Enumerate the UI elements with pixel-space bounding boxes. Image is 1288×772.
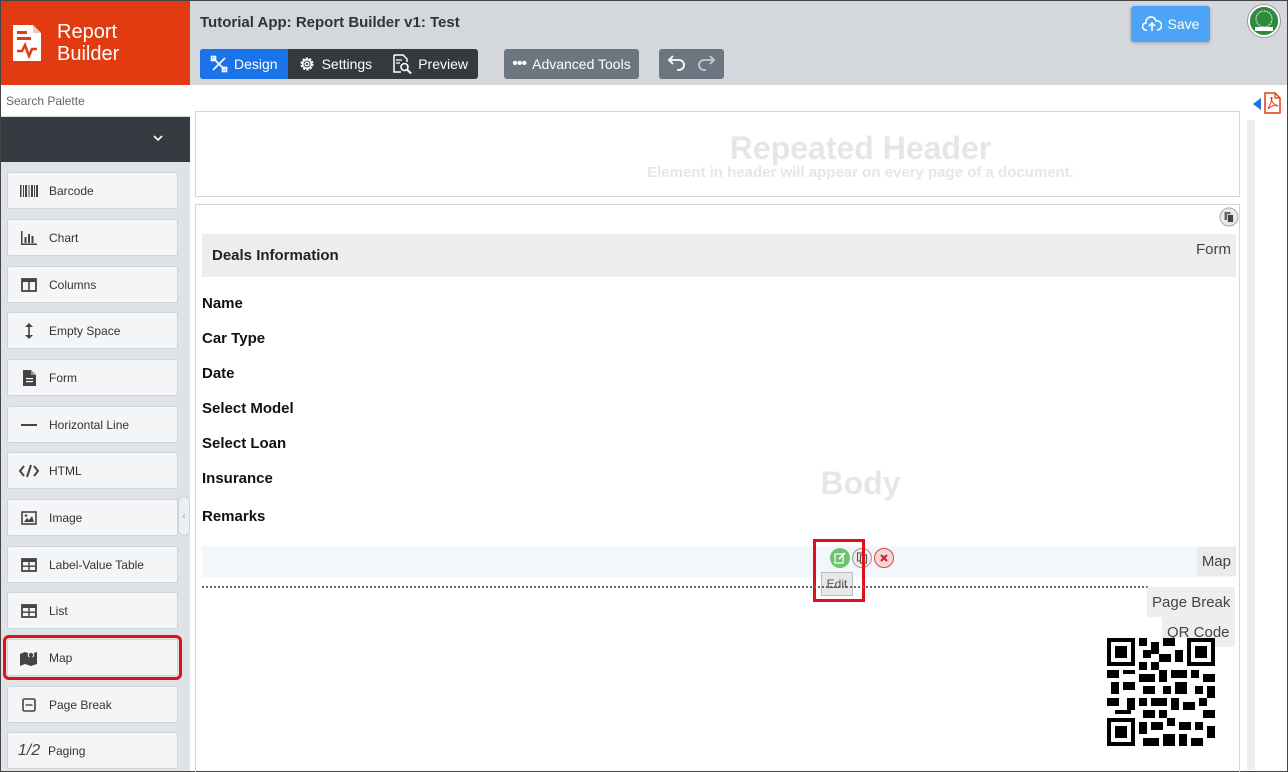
palette-item-barcode[interactable]: Barcode xyxy=(7,172,178,209)
tab-settings[interactable]: Settings xyxy=(288,49,383,79)
canvas-scrollbar[interactable] xyxy=(1247,120,1255,770)
advanced-tools-button[interactable]: ••• Advanced Tools xyxy=(504,49,639,79)
tab-label: Settings xyxy=(321,56,373,72)
avatar[interactable] xyxy=(1248,5,1280,37)
palette-category-select[interactable] xyxy=(1,117,190,162)
brand-line-1: Report xyxy=(57,21,118,43)
tab-label: Preview xyxy=(418,56,468,72)
save-label: Save xyxy=(1167,16,1200,32)
form-title: Deals Information xyxy=(212,247,339,264)
report-canvas: Repeated Header Element in header will a… xyxy=(190,85,1247,772)
undo-icon[interactable] xyxy=(667,53,687,76)
palette-item-label: HTML xyxy=(49,463,82,478)
form-field-label: Remarks xyxy=(202,508,266,525)
advanced-tools-label: Advanced Tools xyxy=(532,56,631,72)
app-brand: Report Builder xyxy=(1,1,190,85)
palette-item-form[interactable]: Form xyxy=(7,359,178,396)
page-break-icon xyxy=(19,696,39,714)
chart-icon xyxy=(19,229,39,247)
palette-item-list[interactable]: List xyxy=(7,592,178,629)
palette-item-map[interactable]: Map xyxy=(3,635,182,680)
gear-icon xyxy=(300,57,314,71)
palette-item-chart[interactable]: Chart xyxy=(7,219,178,256)
top-toolbar: Tutorial App: Report Builder v1: Test De… xyxy=(190,1,1287,85)
search-palette-input[interactable] xyxy=(1,85,190,116)
cloud-upload-icon xyxy=(1141,16,1162,31)
map-type-tag: Map xyxy=(1196,547,1236,576)
header-hint: Element in header will appear on every p… xyxy=(647,164,1074,181)
palette-item-label: Page Break xyxy=(49,697,112,712)
palette-item-empty-space[interactable]: Empty Space xyxy=(7,312,178,349)
body-watermark: Body xyxy=(820,465,901,501)
columns-icon xyxy=(19,276,39,294)
palette-item-paging[interactable]: 1/2 Paging xyxy=(7,732,178,769)
highlight-box xyxy=(813,539,865,602)
form-type-tag: Form xyxy=(1196,241,1231,258)
right-side-tools xyxy=(1250,92,1286,116)
page-break-line[interactable] xyxy=(202,586,1148,588)
palette-item-image[interactable]: Image xyxy=(7,499,178,536)
app-title: Tutorial App: Report Builder v1: Test xyxy=(200,14,460,31)
preview-icon xyxy=(393,54,412,74)
palette-item-label: Map xyxy=(49,650,73,665)
more-dots-icon: ••• xyxy=(512,55,527,72)
palette-item-label: List xyxy=(49,603,68,618)
repeated-header-zone[interactable]: Repeated Header Element in header will a… xyxy=(195,111,1240,197)
barcode-icon xyxy=(19,182,39,200)
mode-tabs: Design Settings Preview xyxy=(200,49,478,79)
palette-item-html[interactable]: HTML xyxy=(7,452,178,489)
form-field-label: Date xyxy=(202,365,235,382)
sidebar-collapse-handle[interactable]: ‹ xyxy=(178,496,190,536)
tab-preview[interactable]: Preview xyxy=(382,49,478,79)
page-break-tag: Page Break xyxy=(1147,587,1236,617)
delete-icon[interactable] xyxy=(874,548,894,568)
minus-icon xyxy=(19,416,39,434)
form-section-header[interactable]: Deals Information Form xyxy=(202,234,1236,277)
form-field-label: Select Model xyxy=(202,400,294,417)
palette-search xyxy=(1,85,190,117)
table-icon xyxy=(19,556,39,574)
list-table-icon xyxy=(19,602,39,620)
design-icon xyxy=(210,55,228,73)
palette-item-label: Form xyxy=(49,370,77,385)
brand-name: Report Builder xyxy=(57,21,119,65)
tab-design[interactable]: Design xyxy=(200,49,288,79)
history-controls xyxy=(659,49,724,79)
document-icon xyxy=(19,369,39,387)
palette-item-columns[interactable]: Columns xyxy=(7,266,178,303)
chevron-down-icon xyxy=(152,131,164,149)
palette-item-label: Empty Space xyxy=(49,323,121,338)
map-icon xyxy=(19,649,39,667)
image-icon xyxy=(19,509,39,527)
save-button[interactable]: Save xyxy=(1131,6,1210,42)
brand-line-2: Builder xyxy=(57,43,120,65)
body-zone[interactable]: Deals Information Form Name Car Type Dat… xyxy=(195,204,1240,772)
tab-label: Design xyxy=(234,56,278,72)
form-field-label: Car Type xyxy=(202,330,266,347)
pdf-icon[interactable] xyxy=(1264,92,1281,119)
qr-code-image[interactable] xyxy=(1107,638,1215,746)
code-icon xyxy=(19,462,39,480)
copy-icon[interactable] xyxy=(1219,207,1239,232)
palette-item-label: Image xyxy=(49,510,83,525)
palette-item-label: Horizontal Line xyxy=(49,417,130,432)
fraction-icon: 1/2 xyxy=(17,741,41,759)
palette-item-label-value-table[interactable]: Label-Value Table xyxy=(7,546,178,583)
redo-icon[interactable] xyxy=(696,53,716,76)
palette-item-page-break[interactable]: Page Break xyxy=(7,686,178,723)
header-watermark: Repeated Header xyxy=(729,130,992,166)
palette-item-horizontal-line[interactable]: Horizontal Line xyxy=(7,406,178,443)
palette-item-label: Paging xyxy=(48,743,86,758)
element-palette: Barcode Chart Columns Empty Space Form H… xyxy=(1,162,190,771)
palette-item-label: Label-Value Table xyxy=(49,557,144,572)
palette-item-label: Columns xyxy=(49,277,97,292)
palette-item-label: Chart xyxy=(49,230,79,245)
caret-left-icon[interactable] xyxy=(1253,97,1261,115)
form-field-label: Name xyxy=(202,295,243,312)
vertical-arrows-icon xyxy=(19,322,39,340)
form-field-label: Select Loan xyxy=(202,435,287,452)
map-element-row[interactable]: Map xyxy=(202,546,1236,577)
report-logo-icon xyxy=(11,23,43,63)
palette-item-label: Barcode xyxy=(49,183,94,198)
